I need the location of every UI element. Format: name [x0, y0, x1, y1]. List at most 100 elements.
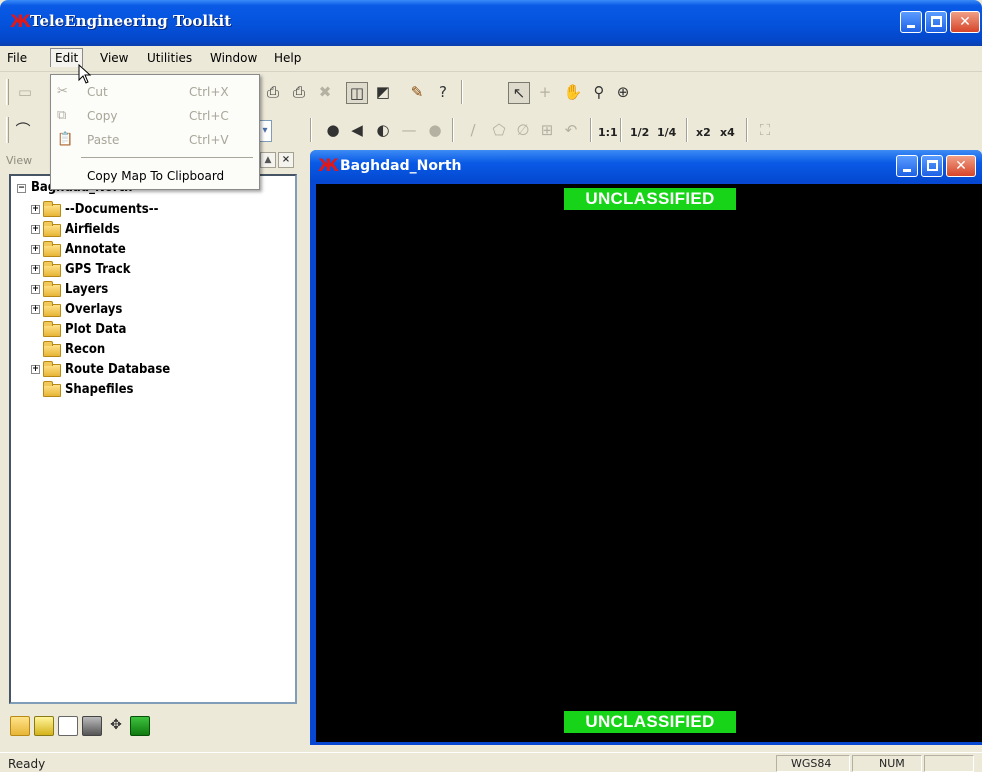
circle-icon[interactable]: ● [424, 120, 446, 142]
polyline-icon[interactable]: ∕ [462, 120, 484, 142]
expand-icon[interactable]: + [31, 365, 40, 374]
menu-item-shortcut: Ctrl+X [189, 85, 229, 99]
menu-item-cut[interactable]: ✂ Cut Ctrl+X [51, 81, 259, 103]
print-preview-icon[interactable]: ⎙ [262, 82, 284, 104]
no-entry-icon[interactable]: ∅ [512, 120, 534, 142]
map-maximize-button[interactable] [921, 155, 943, 177]
toolbar-separator [590, 118, 592, 142]
list-tab-icon[interactable] [58, 716, 78, 736]
app-title: TeleEngineering Toolkit [30, 12, 232, 30]
maximize-button[interactable] [925, 11, 947, 33]
crosshair-icon[interactable]: + [534, 82, 556, 104]
tree-item-label: --Documents-- [65, 202, 159, 217]
menu-item-copy-map[interactable]: Copy Map To Clipboard [51, 165, 259, 187]
delete-icon[interactable]: ✖ [314, 82, 336, 104]
toolbar-grip[interactable] [6, 79, 9, 105]
map-close-button[interactable]: ✕ [946, 155, 976, 177]
layout-icon[interactable]: ◫ [346, 82, 368, 104]
zoom-x4-button[interactable]: x4 [720, 126, 735, 139]
menu-file[interactable]: File [7, 51, 27, 65]
expand-icon[interactable]: + [31, 305, 40, 314]
classification-banner-top: UNCLASSIFIED [564, 188, 736, 210]
image-icon[interactable]: ◩ [372, 82, 394, 104]
line-icon[interactable]: — [398, 120, 420, 142]
folder-icon [43, 221, 61, 237]
polygon-icon[interactable]: ⬠ [488, 120, 510, 142]
folder-icon [43, 241, 61, 257]
map-window-title: Baghdad_North [340, 158, 462, 174]
tree-item-label: Airfields [65, 222, 120, 237]
brush-icon[interactable]: ✎ [406, 82, 428, 104]
move-tab-icon[interactable]: ✥ [106, 716, 126, 736]
dropdown-arrow-icon[interactable]: ▾ [258, 120, 272, 142]
menu-item-label: Copy Map To Clipboard [87, 169, 225, 183]
collapse-icon[interactable]: − [17, 184, 26, 193]
scale-1-1-button[interactable]: 1:1 [598, 126, 618, 139]
measure-icon[interactable]: ⌒ [12, 120, 34, 142]
tree-item-label: Annotate [65, 242, 126, 257]
folder-icon [43, 361, 61, 377]
menu-item-label: Copy [87, 109, 118, 123]
toolbar-separator [746, 118, 748, 142]
scale-quarter-button[interactable]: 1/4 [657, 126, 676, 139]
fullscreen-icon[interactable]: ⛶ [754, 120, 776, 142]
menu-item-label: Cut [87, 85, 108, 99]
expand-icon[interactable]: + [31, 225, 40, 234]
menu-item-paste[interactable]: 📋 Paste Ctrl+V [51, 129, 259, 151]
panel-close-icon[interactable]: × [278, 152, 294, 168]
toolbar-grip[interactable] [6, 117, 9, 143]
menu-help[interactable]: Help [274, 51, 301, 65]
tree-item-label: Shapefiles [65, 382, 134, 397]
pointer-icon[interactable]: ↖ [508, 82, 530, 104]
globe-icon[interactable]: ⊕ [612, 82, 634, 104]
expand-icon[interactable]: + [31, 205, 40, 214]
point-icon[interactable]: ● [322, 120, 344, 142]
folder-tab-icon[interactable] [10, 716, 30, 736]
pan-hand-icon[interactable]: ✋ [562, 82, 584, 104]
undo-icon[interactable]: ↶ [560, 120, 582, 142]
map-canvas[interactable]: UNCLASSIFIED UNCLASSIFIED [316, 184, 982, 742]
status-text: Ready [8, 757, 46, 771]
arrow-left-icon[interactable]: ◀ [346, 120, 368, 142]
folder-icon [43, 321, 61, 337]
close-button[interactable]: ✕ [950, 11, 980, 33]
layer-tree[interactable]: − Baghdad_North +--Documents--+Airfields… [9, 174, 297, 704]
panel-tab-strip: ✥ [6, 712, 306, 742]
app-title-bar[interactable]: Ж TeleEngineering Toolkit ✕ [0, 0, 982, 46]
app-logo-icon: Ж [10, 12, 31, 32]
map-window-title-bar[interactable]: Ж Baghdad_North ✕ [310, 150, 982, 182]
tree-item-label: Layers [65, 282, 109, 297]
menu-utilities[interactable]: Utilities [147, 51, 192, 65]
scale-half-button[interactable]: 1/2 [630, 126, 649, 139]
folder-icon [43, 261, 61, 277]
expand-icon[interactable]: + [31, 245, 40, 254]
map-window-logo-icon: Ж [318, 156, 339, 176]
print-icon[interactable]: ⎙ [288, 82, 310, 104]
map-minimize-button[interactable] [896, 155, 918, 177]
expand-icon[interactable]: + [31, 265, 40, 274]
expand-icon[interactable]: + [31, 285, 40, 294]
zoom-x2-button[interactable]: x2 [696, 126, 711, 139]
menu-item-label: Paste [87, 133, 120, 147]
status-pane-empty [924, 755, 974, 772]
green-tab-icon[interactable] [130, 716, 150, 736]
help-icon[interactable]: ? [432, 82, 454, 104]
menu-item-copy[interactable]: ⧉ Copy Ctrl+C [51, 105, 259, 127]
folder-icon [43, 301, 61, 317]
document-tab-icon[interactable] [34, 716, 54, 736]
menu-view[interactable]: View [100, 51, 128, 65]
menu-bar: File Edit View Utilities Window Help [0, 46, 982, 72]
mouse-cursor-icon [78, 64, 92, 84]
map-window: Ж Baghdad_North ✕ UNCLASSIFIED UNCLASSIF… [310, 150, 982, 745]
layers-tab-icon[interactable] [82, 716, 102, 736]
zoom-icon[interactable]: ⚲ [588, 82, 610, 104]
folder-icon [43, 201, 61, 217]
toolbar-separator [461, 80, 463, 104]
minimize-button[interactable] [900, 11, 922, 33]
panel-dock-icon[interactable]: ▲ [260, 152, 276, 168]
grid-icon[interactable]: ⊞ [536, 120, 558, 142]
menu-window[interactable]: Window [210, 51, 257, 65]
tree-item-label: Recon [65, 342, 106, 357]
half-circle-icon[interactable]: ◐ [372, 120, 394, 142]
new-icon[interactable]: ▭ [14, 82, 36, 104]
